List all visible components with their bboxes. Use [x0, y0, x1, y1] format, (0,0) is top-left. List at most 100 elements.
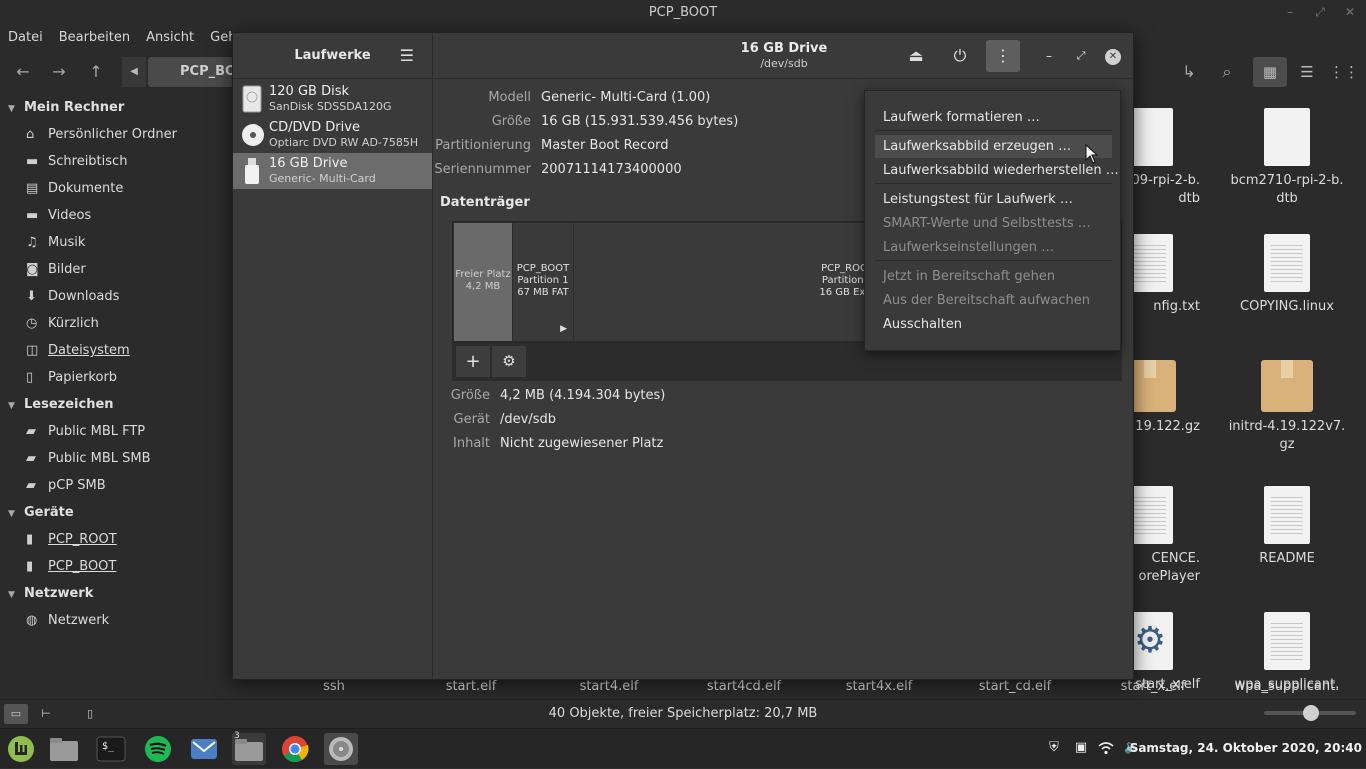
sidebar-section-2[interactable]: ▼ Geräte — [0, 499, 233, 526]
file-name[interactable]: start4cd.elf — [679, 679, 809, 694]
sidebar-item[interactable]: ◍ Netzwerk — [0, 607, 233, 634]
collapse-triangle-icon[interactable]: ▼ — [8, 393, 24, 420]
menu-item[interactable]: Leistungstest für Laufwerk … — [875, 188, 1112, 211]
drive-header: 16 GB Drive /dev/sdb ⏏ ⏻ ⋮ – ⤢ ✕ — [434, 33, 1133, 79]
sidebar-item[interactable]: ◙ Bilder — [0, 256, 233, 283]
file-name[interactable]: start_x.elf — [1088, 679, 1218, 694]
sidebar-item[interactable]: ◫ Dateisystem — [0, 337, 233, 364]
sidebar-item-label: Dokumente — [48, 181, 124, 196]
drive-item[interactable]: 16 GB Drive Generic- Multi-Card — [233, 153, 432, 189]
file-item[interactable]: README — [1227, 486, 1347, 568]
sidebar-section-1[interactable]: ▼ Lesezeichen — [0, 391, 233, 418]
forward-arrow-icon[interactable]: → — [46, 60, 72, 84]
drive-name: 120 GB Disk — [269, 84, 349, 99]
clipboard-icon[interactable]: ▣ — [1073, 740, 1089, 756]
sidebar-item[interactable]: ▮ PCP_ROOT — [0, 526, 233, 553]
sidebar-item[interactable]: ◷ Kürzlich — [0, 310, 233, 337]
collapse-triangle-icon[interactable]: ▼ — [8, 501, 24, 528]
disks-app-icon[interactable] — [324, 733, 358, 765]
back-arrow-icon[interactable]: ← — [10, 60, 36, 84]
usb-drive-icon — [241, 157, 263, 185]
sidebar-item[interactable]: ♫ Musik — [0, 229, 233, 256]
usb-drive-icon: ▮ — [26, 532, 34, 547]
eject-icon[interactable]: ⏏ — [899, 40, 933, 72]
menu-item[interactable]: Laufwerksabbild wiederherstellen … — [875, 159, 1119, 182]
drive-item[interactable]: CD/DVD Drive Optiarc DVD RW AD-7585H — [233, 117, 432, 153]
partition-settings-gears-icon[interactable]: ⚙ — [492, 346, 526, 377]
open-terminal-icon[interactable]: ↳ — [1176, 60, 1202, 84]
terminal-icon[interactable]: $_ — [94, 733, 128, 765]
sidebar-item[interactable]: ▰ Public MBL SMB — [0, 445, 233, 472]
drive-name: 16 GB Drive — [269, 156, 348, 171]
zoom-slider-knob[interactable] — [1303, 705, 1319, 721]
search-icon[interactable]: ⌕ — [1214, 60, 1240, 84]
volume-segment[interactable]: Freier Platz 4,2 MB — [454, 223, 512, 341]
add-partition-icon[interactable]: + — [456, 346, 490, 377]
file-item[interactable]: initrd-4.19.122v7. gz — [1227, 360, 1347, 454]
file-name[interactable]: ssh — [269, 679, 399, 694]
file-manager-launcher-icon[interactable] — [47, 733, 81, 765]
info-key: Modell — [488, 90, 531, 105]
sidebar-item[interactable]: ▰ Public MBL FTP — [0, 418, 233, 445]
menu-item[interactable]: Laufwerk formatieren … — [875, 106, 1112, 129]
menu-bearbeiten[interactable]: Bearbeiten — [51, 26, 138, 48]
window-close-button[interactable]: ✕ — [1096, 40, 1130, 72]
drive-item[interactable]: 120 GB Disk SanDisk SDSSDA120G — [233, 81, 432, 117]
maximize-button[interactable]: ⤢ — [1312, 4, 1328, 20]
collapse-triangle-icon[interactable]: ▼ — [8, 582, 24, 609]
shield-icon[interactable]: ⛨ — [1046, 740, 1062, 756]
clock[interactable]: Samstag, 24. Oktober 2020, 20:40 — [1130, 741, 1362, 755]
sidebar-item[interactable]: ▬ Videos — [0, 202, 233, 229]
mail-icon[interactable] — [187, 733, 221, 765]
file-name[interactable]: start4x.elf — [814, 679, 944, 694]
sidebar-section-3[interactable]: ▼ Netzwerk — [0, 580, 233, 607]
sidebar-item[interactable]: ⬇ Downloads — [0, 283, 233, 310]
file-grid: 709-rpi-2-b. dtb bcm2710-rpi-2-b. dtb nfig… — [1120, 94, 1366, 698]
menu-item[interactable]: Laufwerksabbild erzeugen … — [875, 135, 1112, 158]
collapse-triangle-icon[interactable]: ▼ — [8, 96, 24, 123]
sidebar-item[interactable]: ⌂ Persönlicher Ordner — [0, 121, 233, 148]
file-grid-bottom-row: ssh start.elf start4.elf start4cd.elf start4… — [264, 679, 1366, 697]
menu-datei[interactable]: Datei — [0, 26, 51, 48]
chrome-icon[interactable] — [278, 733, 312, 765]
power-icon[interactable]: ⏻ — [943, 40, 977, 72]
wifi-icon[interactable] — [1098, 740, 1114, 756]
list-view-icon[interactable]: ☰ — [1290, 57, 1324, 87]
minimize-button[interactable]: – — [1282, 4, 1298, 20]
file-item[interactable]: bcm2710-rpi-2-b. dtb — [1227, 108, 1347, 208]
sidebar-item[interactable]: ▮ PCP_BOOT — [0, 553, 233, 580]
sidebar-item[interactable]: ▬ Schreibtisch — [0, 148, 233, 175]
volume-info-key: Inhalt — [453, 436, 490, 451]
drive-menu-button[interactable]: ⋮ — [986, 40, 1020, 72]
file-item[interactable]: COPYING.linux — [1227, 234, 1347, 316]
window-minimize-button[interactable]: – — [1032, 40, 1066, 72]
file-name[interactable]: start.elf — [406, 679, 536, 694]
up-arrow-icon[interactable]: ↑ — [83, 60, 109, 84]
volume-segment[interactable]: PCP_BOOT Partition 1 67 MB FAT ▶ — [513, 223, 573, 341]
segment-text: PCP_BOOT — [516, 263, 570, 274]
file-name: COPYING.linux — [1240, 299, 1334, 314]
close-button[interactable]: ✕ — [1342, 4, 1358, 20]
file-name[interactable]: start4.elf — [544, 679, 674, 694]
menu-ansicht[interactable]: Ansicht — [138, 26, 202, 48]
mint-menu-icon[interactable] — [4, 733, 38, 765]
sidebar-item[interactable]: ▤ Dokumente — [0, 175, 233, 202]
sidebar-item[interactable]: ▰ pCP SMB — [0, 472, 233, 499]
open-files-windows-icon[interactable]: 3 — [232, 731, 266, 765]
icon-view-icon[interactable]: ▦ — [1253, 57, 1287, 87]
hamburger-menu-icon[interactable]: ☰ — [400, 33, 414, 79]
path-button[interactable]: PCP_BO — [148, 57, 238, 87]
sidebar-item[interactable]: ▯ Papierkorb — [0, 364, 233, 391]
drive-model: Generic- Multi-Card — [269, 172, 376, 185]
sidebar-section-0[interactable]: ▼ Mein Rechner — [0, 94, 233, 121]
file-name[interactable]: start_cd.elf — [950, 679, 1080, 694]
window-maximize-button[interactable]: ⤢ — [1064, 40, 1098, 72]
usb-drive-icon: ▮ — [26, 559, 34, 574]
compact-view-icon[interactable]: ⋮⋮ — [1327, 57, 1361, 87]
file-name[interactable]: wpa_supplicant. — [1222, 679, 1352, 694]
volume-info-value: 4,2 MB (4.194.304 bytes) — [500, 388, 666, 403]
menu-item[interactable]: Ausschalten — [875, 313, 1112, 336]
spotify-icon[interactable] — [141, 733, 175, 765]
path-left-arrow-icon[interactable]: ◀ — [122, 57, 146, 87]
info-value: Master Boot Record — [541, 138, 669, 153]
